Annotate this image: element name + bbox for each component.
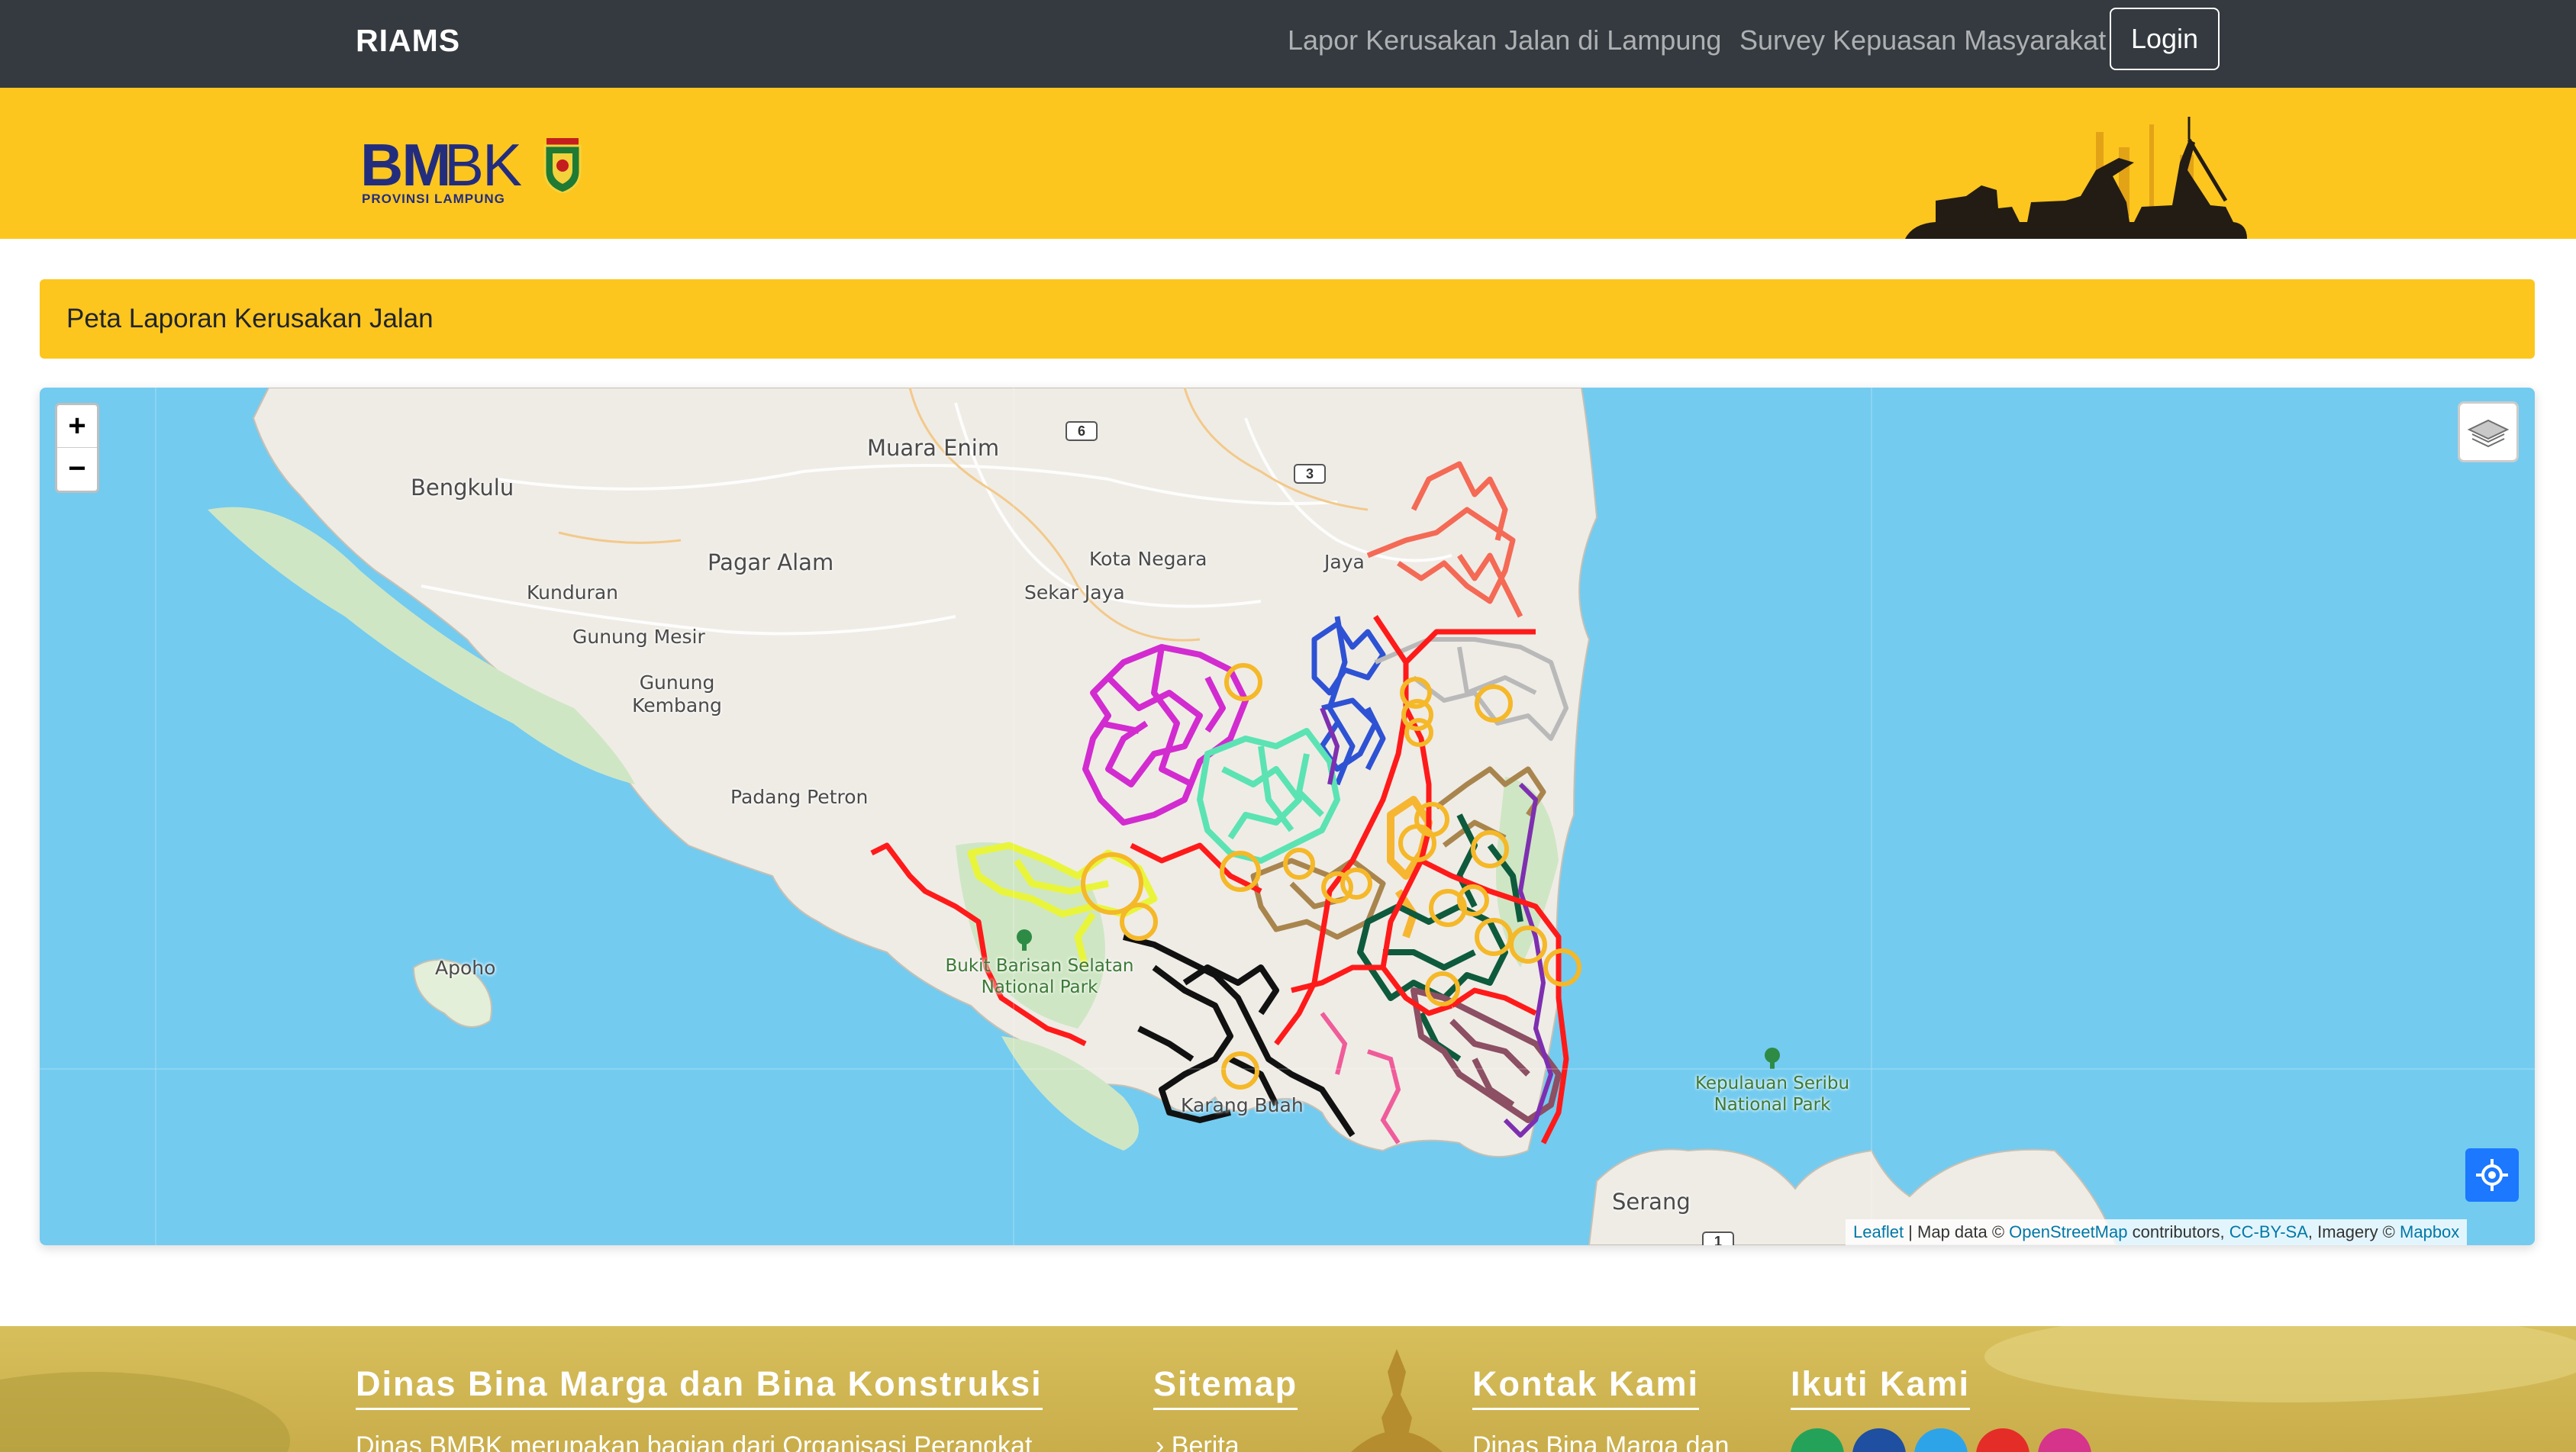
layers-control-button[interactable]: [2458, 401, 2519, 462]
map-label-padang-petron: Padang Petron: [730, 786, 869, 808]
zoom-out-button[interactable]: −: [57, 448, 97, 491]
map-label-muara-enim: Muara Enim: [867, 435, 1000, 461]
attribution-map-data: | Map data ©: [1904, 1222, 2010, 1241]
map-label-sekar-jaya: Sekar Jaya: [1024, 581, 1125, 604]
openstreetmap-link[interactable]: OpenStreetMap: [2009, 1222, 2127, 1241]
footer-title-ikuti: Ikuti Kami: [1791, 1364, 1971, 1410]
page-title-card: Peta Laporan Kerusakan Jalan: [40, 279, 2535, 359]
map-label-gunung-kembang: Gunung Kembang: [632, 671, 722, 716]
sitemap-link-berita[interactable]: › Berita: [1156, 1431, 1240, 1452]
bmbk-logo[interactable]: BM BK PROVINSI LAMPUNG: [360, 131, 589, 206]
lampung-crest-icon: [543, 138, 582, 193]
chevron-right-icon: ›: [1156, 1431, 1172, 1452]
damage-report-map[interactable]: Bengkulu Muara Enim Pagar Alam Kota Nega…: [40, 388, 2535, 1245]
map-label-apoho: Apoho: [435, 957, 496, 979]
route-shield-6: 6: [1066, 421, 1098, 441]
map-label-gunung-mesir: Gunung Mesir: [572, 626, 705, 648]
map-attribution: Leaflet | Map data © OpenStreetMap contr…: [1846, 1219, 2468, 1245]
mapbox-link[interactable]: Mapbox: [2400, 1222, 2459, 1241]
attribution-contributors: contributors,: [2127, 1222, 2229, 1241]
map-label-kunduran: Kunduran: [527, 581, 618, 604]
crosshair-icon: [2476, 1159, 2508, 1191]
zoom-in-button[interactable]: +: [57, 405, 97, 448]
page-title: Peta Laporan Kerusakan Jalan: [66, 304, 434, 333]
footer-contact-text: Dinas Bina Marga dan: [1472, 1431, 1730, 1452]
footer-title-kontak: Kontak Kami: [1472, 1364, 1700, 1410]
locate-me-button[interactable]: [2465, 1148, 2519, 1202]
map-label-karang-buah: Karang Buah: [1181, 1094, 1304, 1116]
map-label-bukit-barisan-park: Bukit Barisan Selatan National Park: [945, 956, 1134, 997]
logo-bk-text: BK: [444, 131, 522, 198]
footer-title-sitemap: Sitemap: [1153, 1364, 1298, 1410]
zoom-control: + −: [55, 403, 99, 493]
sitemap-link-label: Berita: [1171, 1431, 1240, 1452]
nav-link-lapor-kerusakan[interactable]: Lapor Kerusakan Jalan di Lampung: [1288, 24, 1721, 56]
map-base-layer[interactable]: [40, 388, 2535, 1245]
map-label-pagar-alam: Pagar Alam: [708, 549, 834, 575]
layers-icon: [2467, 419, 2510, 448]
site-footer: Dinas Bina Marga dan Bina Konstruksi Din…: [0, 1326, 2576, 1452]
login-button[interactable]: Login: [2110, 8, 2220, 70]
route-shield-1: 1: [1702, 1231, 1734, 1245]
leaflet-link[interactable]: Leaflet: [1853, 1222, 1904, 1241]
map-label-kepulauan-seribu-park: Kepulauan Seribu National Park: [1694, 1074, 1850, 1115]
construction-silhouette-icon: [1905, 117, 2247, 239]
map-label-jaya: Jaya: [1324, 551, 1365, 573]
brand-logo-text[interactable]: RIAMS: [356, 23, 460, 59]
top-navbar: RIAMS Lapor Kerusakan Jalan di Lampung S…: [0, 0, 2576, 88]
footer-description: Dinas BMBK merupakan bagian dari Organis…: [356, 1431, 1033, 1452]
cc-by-sa-link[interactable]: CC-BY-SA: [2229, 1222, 2308, 1241]
map-label-serang: Serang: [1612, 1189, 1691, 1215]
map-label-bengkulu: Bengkulu: [411, 475, 514, 501]
attribution-imagery: , Imagery ©: [2307, 1222, 2400, 1241]
logo-subtitle: PROVINSI LAMPUNG: [362, 192, 505, 206]
nav-link-survey-kepuasan[interactable]: Survey Kepuasan Masyarakat: [1739, 24, 2106, 56]
map-label-kota-negara: Kota Negara: [1089, 548, 1207, 570]
route-shield-3: 3: [1294, 464, 1326, 484]
footer-title-dinas: Dinas Bina Marga dan Bina Konstruksi: [356, 1364, 1043, 1410]
logo-bm-text: BM: [360, 131, 451, 198]
header-banner: BM BK PROVINSI LAMPUNG: [0, 88, 2576, 239]
